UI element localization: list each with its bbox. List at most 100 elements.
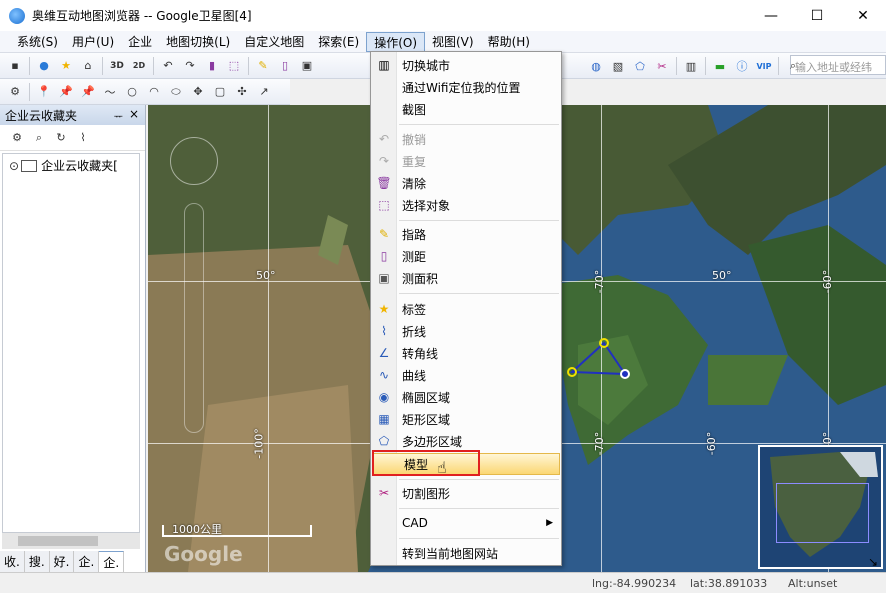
menu-view[interactable]: 视图(V)	[425, 32, 481, 52]
tree-node-label: 企业云收藏夹[	[41, 159, 118, 173]
menu-item-switch-city[interactable]: ▥ 切换城市	[371, 54, 561, 76]
2d-icon[interactable]: 2D	[130, 57, 148, 75]
scissors-icon[interactable]: ✂	[653, 57, 671, 75]
menu-item-select-object[interactable]: ⬚ 选择对象	[371, 194, 561, 216]
circle-icon[interactable]: ○	[123, 83, 141, 101]
gear-icon[interactable]: ⚙	[6, 83, 24, 101]
menu-help[interactable]: 帮助(H)	[481, 32, 537, 52]
menu-explore[interactable]: 探索(E)	[311, 32, 366, 52]
panel-close-button[interactable]: ×	[129, 107, 139, 121]
zoom-slider[interactable]	[184, 203, 204, 433]
menu-item-cad[interactable]: CAD ▶	[371, 512, 561, 534]
favorite-icon[interactable]: ★	[57, 57, 75, 75]
minimize-button[interactable]: —	[748, 0, 794, 31]
menu-separator	[399, 479, 559, 480]
menu-item-rect-area[interactable]: ▦ 矩形区域	[371, 408, 561, 430]
globe-icon[interactable]: ◍	[587, 57, 605, 75]
maximize-button[interactable]: ☐	[794, 0, 840, 31]
navigation-compass[interactable]	[170, 137, 218, 185]
settings-icon[interactable]: ⚙	[8, 129, 26, 147]
polygon-icon[interactable]: ⬠	[631, 57, 649, 75]
move-icon[interactable]: ✥	[189, 83, 207, 101]
menu-item-label: 曲线	[402, 368, 427, 383]
menu-user[interactable]: 用户(U)	[65, 32, 121, 52]
menu-item-screenshot[interactable]: 截图	[371, 98, 561, 120]
tree-node-root[interactable]: ⊙ 企业云收藏夹[	[9, 157, 133, 174]
area-icon: ▣	[378, 271, 390, 285]
menu-item-label: 测距	[402, 249, 427, 264]
undo-icon[interactable]: ↶	[159, 57, 177, 75]
area-icon[interactable]: ▣	[298, 57, 316, 75]
menu-item-angle-line[interactable]: ∠ 转角线	[371, 342, 561, 364]
app-logo-icon	[9, 7, 25, 24]
drawn-triangle-shape[interactable]	[562, 335, 662, 395]
route-icon[interactable]: ✎	[254, 57, 272, 75]
search-icon[interactable]: ⌕	[30, 129, 48, 147]
pin-blue-icon[interactable]: 📌	[57, 83, 75, 101]
menu-item-measure-area[interactable]: ▣ 测面积	[371, 267, 561, 289]
building-icon[interactable]: ▥	[682, 57, 700, 75]
tab-friends[interactable]: 好.	[49, 551, 75, 573]
menu-custom-map[interactable]: 自定义地图	[237, 32, 311, 52]
menu-item-goto-map-site[interactable]: 转到当前地图网站	[371, 542, 561, 564]
menu-item-route[interactable]: ✎ 指路	[371, 223, 561, 245]
refresh-icon[interactable]: ↻	[52, 129, 70, 147]
menu-item-ellipse-area[interactable]: ◉ 椭圆区域	[371, 386, 561, 408]
scrollbar-thumb[interactable]	[18, 536, 98, 546]
menu-operate[interactable]: 操作(O)	[366, 31, 425, 52]
3d-icon[interactable]: 3D	[108, 57, 126, 75]
close-button[interactable]: ✕	[840, 0, 886, 31]
redo-icon[interactable]: ↷	[181, 57, 199, 75]
panel-tabs: 收. 搜. 好. 企. 企.	[0, 551, 125, 573]
search-icon[interactable]: ⌕	[784, 57, 802, 75]
grid-label-lon: -100°	[252, 428, 266, 459]
vip-icon[interactable]: VIP	[755, 57, 773, 75]
attach-icon[interactable]: ⌇	[74, 129, 92, 147]
menu-item-clear[interactable]: 🗑 清除	[371, 172, 561, 194]
grid-label-lon: -70°	[593, 269, 607, 294]
trash-icon[interactable]: ▮	[203, 57, 221, 75]
tab-enterprise[interactable]: 企.	[74, 551, 100, 573]
arc-icon[interactable]: ◠	[145, 83, 163, 101]
visibility-eye-icon[interactable]: ⊙	[9, 159, 19, 173]
ruler-icon[interactable]: ▯	[276, 57, 294, 75]
horizontal-scrollbar[interactable]	[2, 533, 140, 549]
overview-minimap[interactable]	[758, 445, 883, 569]
menu-enterprise[interactable]: 企业	[121, 32, 159, 52]
menu-map-switch[interactable]: 地图切换(L)	[159, 32, 237, 52]
polyline-icon[interactable]: 〜	[101, 83, 119, 101]
panel-title: 企业云收藏夹	[5, 108, 78, 123]
tab-search[interactable]: 搜.	[24, 551, 50, 573]
select-icon[interactable]: ⬚	[225, 57, 243, 75]
menu-item-measure-distance[interactable]: ▯ 测距	[371, 245, 561, 267]
menu-system[interactable]: 系统(S)	[10, 32, 65, 52]
menu-item-wifi-locate[interactable]: 通过Wifi定位我的位置	[371, 76, 561, 98]
toolbar-separator	[705, 57, 706, 75]
resize-corner-icon[interactable]: ↘	[868, 555, 878, 569]
grid-label-lon: -60°	[705, 431, 719, 456]
menu-item-polygon-area[interactable]: ⬠ 多边形区域	[371, 430, 561, 452]
info-icon[interactable]: ⓘ	[733, 57, 751, 75]
crop-icon[interactable]: ▢	[211, 83, 229, 101]
group-icon[interactable]: ⌂	[79, 57, 97, 75]
tab-enterprise-cloud[interactable]: 企.	[99, 551, 125, 573]
menu-item-curve[interactable]: ∿ 曲线	[371, 364, 561, 386]
pin-yellow-icon[interactable]: 📍	[35, 83, 53, 101]
menu-item-cut-shape[interactable]: ✂ 切割图形	[371, 482, 561, 504]
menu-item-polyline[interactable]: ⌇ 折线	[371, 320, 561, 342]
image-icon[interactable]: ▧	[609, 57, 627, 75]
node-edit-icon[interactable]: ✣	[233, 83, 251, 101]
menu-item-label-tag[interactable]: ★ 标签	[371, 298, 561, 320]
menu-item-label: 多边形区域	[402, 434, 463, 449]
minimap-viewport-rect[interactable]	[776, 483, 869, 543]
user-icon[interactable]: ●	[35, 57, 53, 75]
address-search-input[interactable]: 输入地址或经纬	[790, 55, 886, 75]
ellipse-icon[interactable]: ⬭	[167, 83, 185, 101]
toolbar-right-group: ◍ ▧ ⬠ ✂ ▥ ▬ ⓘ VIP ⌕	[585, 57, 804, 75]
save-icon[interactable]: ▪	[6, 57, 24, 75]
tab-favorites[interactable]: 收.	[0, 551, 25, 573]
chat-icon[interactable]: ▬	[711, 57, 729, 75]
pin-icon[interactable]: ᅲ	[114, 108, 123, 123]
path-icon[interactable]: ↗	[255, 83, 273, 101]
pin-green-icon[interactable]: 📌	[79, 83, 97, 101]
